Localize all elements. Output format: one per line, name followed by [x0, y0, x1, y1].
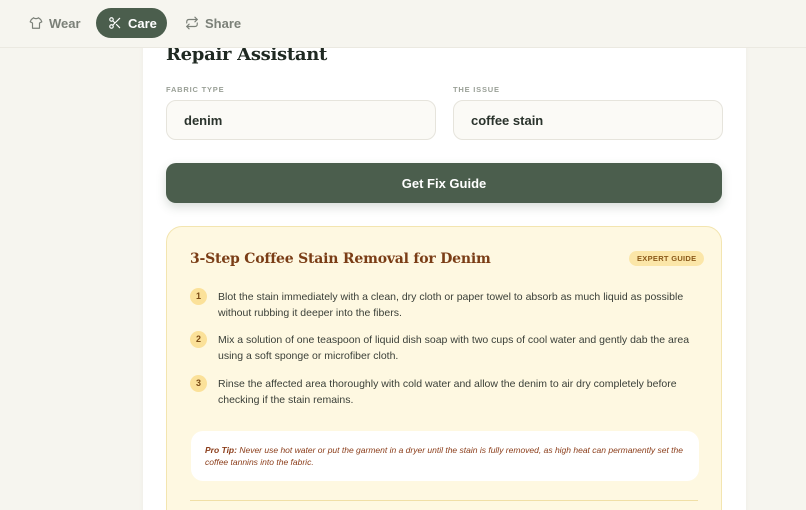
tab-share-label: Share [205, 15, 242, 31]
issue-label: THE ISSUE [453, 85, 500, 94]
fabric-type-input[interactable] [166, 100, 436, 140]
step-text: Mix a solution of one teaspoon of liquid… [218, 334, 690, 362]
guide-title: 3-Step Coffee Stain Removal for Denim [190, 251, 491, 267]
pro-tip-text: Never use hot water or put the garment i… [205, 445, 683, 467]
expert-guide-badge: EXPERT GUIDE [629, 251, 705, 266]
tab-care-label: Care [128, 15, 157, 31]
pro-tip-box: Pro Tip: Never use hot water or put the … [191, 431, 699, 481]
tab-care[interactable]: Care [96, 8, 167, 38]
get-fix-guide-button[interactable]: Get Fix Guide [166, 163, 722, 203]
fabric-type-label: FABRIC TYPE [166, 85, 225, 94]
shirt-icon [29, 17, 43, 29]
tab-wear[interactable]: Wear [29, 8, 81, 38]
guide-panel: 3-Step Coffee Stain Removal for Denim EX… [166, 226, 722, 510]
step-number: 1 [190, 288, 207, 305]
tab-share[interactable]: Share [185, 8, 241, 38]
guide-divider [190, 500, 698, 501]
tab-wear-label: Wear [49, 15, 81, 31]
step-number: 3 [190, 375, 207, 392]
top-nav: Wear Care Share [0, 0, 806, 48]
pro-tip-label: Pro Tip: [205, 445, 237, 455]
swap-icon [186, 16, 198, 30]
step-text: Blot the stain immediately with a clean,… [218, 291, 684, 319]
step-number: 2 [190, 331, 207, 348]
step-text: Rinse the affected area thoroughly with … [218, 378, 677, 406]
scissors-icon [109, 17, 121, 29]
issue-input[interactable] [453, 100, 723, 140]
